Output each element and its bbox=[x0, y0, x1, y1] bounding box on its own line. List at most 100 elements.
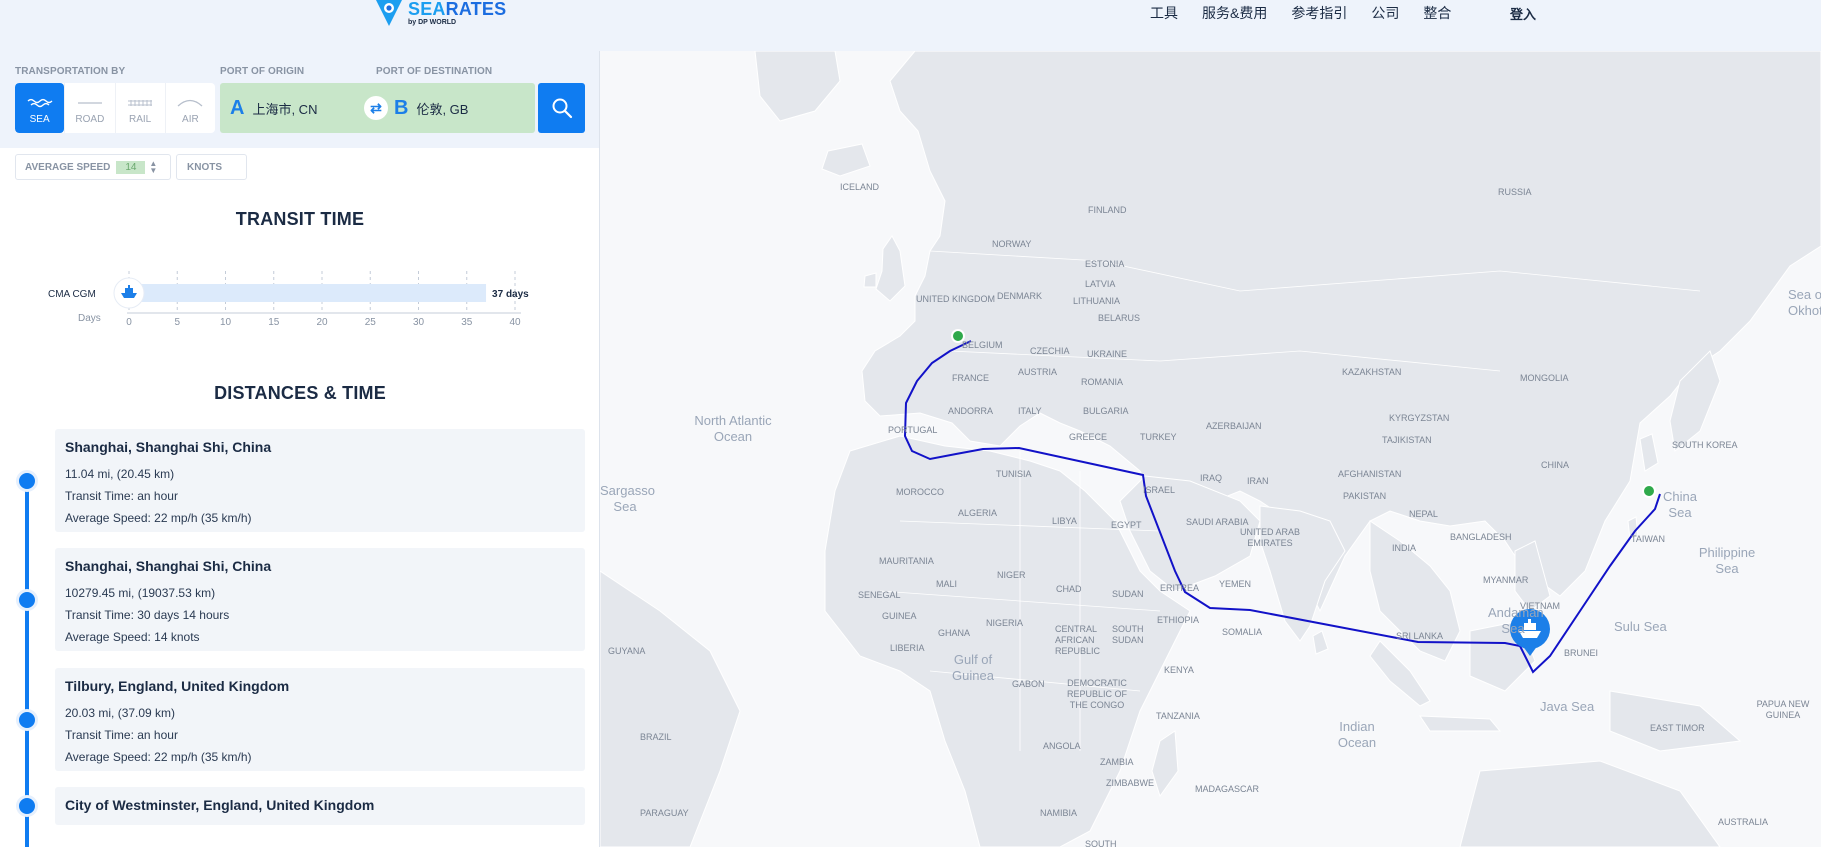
route-map[interactable]: ICELAND FINLAND RUSSIA NORWAY ESTONIA LA… bbox=[600, 51, 1821, 847]
origin-port-value: 上海市, CN bbox=[252, 101, 318, 117]
map-label: NAMIBIA bbox=[1040, 808, 1078, 818]
leg-transit-time: Transit Time: 30 days 14 hours bbox=[65, 608, 230, 622]
map-label: GUYANA bbox=[608, 646, 646, 656]
map-label: ALGERIA bbox=[958, 508, 998, 518]
transit-chart-svg: CMA CGM Days 37 days 0 5 10 15 20 25 30 35 40 bbox=[48, 271, 529, 328]
speed-unit-select[interactable]: KNOTS bbox=[176, 154, 247, 180]
map-label: TAJIKISTAN bbox=[1382, 435, 1432, 445]
nav-services[interactable]: 服务&费用 bbox=[1202, 3, 1267, 23]
map-label: ZAMBIA bbox=[1100, 757, 1134, 767]
logo-mark-icon bbox=[376, 0, 402, 26]
map-label: AUSTRALIA bbox=[1718, 817, 1769, 827]
leg-card: Tilbury, England, United Kingdom 20.03 m… bbox=[55, 668, 585, 771]
map-label: SOUTH bbox=[1085, 839, 1117, 847]
map-label: KYRGYZSTAN bbox=[1389, 413, 1450, 423]
map-label: GREECE bbox=[1069, 432, 1108, 442]
map-label: LIBYA bbox=[1052, 516, 1077, 526]
transit-tick-label: 15 bbox=[268, 317, 280, 328]
mode-air-label: AIR bbox=[182, 114, 199, 125]
mode-road-label: ROAD bbox=[75, 114, 105, 125]
map-label: IRAN bbox=[1247, 476, 1269, 486]
transit-tick-label: 10 bbox=[220, 317, 232, 328]
mode-road-button[interactable]: ROAD bbox=[64, 83, 114, 133]
leg-distance: 11.04 mi, (20.45 km) bbox=[65, 467, 175, 481]
nav-references[interactable]: 参考指引 bbox=[1291, 3, 1347, 23]
map-canvas bbox=[600, 51, 1821, 847]
map-label: RUSSIA bbox=[1498, 187, 1532, 197]
nav-tools[interactable]: 工具 bbox=[1150, 3, 1178, 23]
land-uk bbox=[875, 235, 906, 302]
ocean-label: Java Sea bbox=[1540, 699, 1595, 714]
logo-name-accent: SEA bbox=[408, 0, 446, 19]
leg-average-speed: Average Speed: 14 knots bbox=[65, 630, 200, 644]
land-australia bbox=[1459, 760, 1721, 847]
map-label: DENMARK bbox=[997, 291, 1043, 301]
mode-sea-button[interactable]: SEA bbox=[15, 83, 65, 133]
transit-tick-label: 40 bbox=[509, 317, 521, 328]
map-label: TURKEY bbox=[1140, 432, 1177, 442]
origin-marker-icon[interactable] bbox=[1642, 484, 1656, 498]
mode-air-button[interactable]: AIR bbox=[164, 83, 215, 133]
map-label: SOUTH KOREA bbox=[1672, 440, 1738, 450]
timeline-dot bbox=[16, 470, 38, 492]
transit-time-chart: CMA CGM Days 37 days 0 5 10 15 20 25 30 35 40 bbox=[40, 251, 540, 341]
search-icon bbox=[552, 98, 572, 119]
leg-title: Shanghai, Shanghai Shi, China bbox=[65, 558, 272, 574]
speed-stepper-icon[interactable]: ▲ ▼ bbox=[149, 160, 157, 175]
land-ireland bbox=[863, 272, 877, 288]
map-label: PARAGUAY bbox=[640, 808, 689, 818]
average-speed-control: AVERAGE SPEED 14 ▲ ▼ bbox=[15, 154, 171, 180]
logo-subtitle: by DP WORLD bbox=[408, 19, 457, 26]
map-label: SENEGAL bbox=[858, 590, 901, 600]
leg-average-speed: Average Speed: 22 mp/h (35 km/h) bbox=[65, 511, 252, 525]
map-label: EAST TIMOR bbox=[1650, 723, 1705, 733]
mode-rail-button[interactable]: RAIL bbox=[114, 83, 165, 133]
map-label: PAPUA NEW GUINEA bbox=[1756, 699, 1810, 720]
map-label: MYANMAR bbox=[1483, 575, 1529, 585]
swap-ports-icon[interactable]: ⇄ bbox=[364, 96, 388, 120]
ocean-label: Gulf of Guinea bbox=[952, 652, 994, 683]
land-madagascar bbox=[1151, 730, 1179, 798]
destination-label: PORT OF DESTINATION bbox=[376, 66, 493, 77]
map-label: SOUTH SUDAN bbox=[1112, 624, 1144, 645]
leg-title: City of Westminster, England, United Kin… bbox=[65, 797, 375, 813]
carrier-name: CMA CGM bbox=[48, 289, 96, 300]
timeline-dot bbox=[16, 709, 38, 731]
transport-mode-selector: SEA ROAD RAIL AIR bbox=[15, 83, 215, 133]
leg-average-speed: Average Speed: 22 mp/h (35 km/h) bbox=[65, 750, 252, 764]
map-label: ETHIOPIA bbox=[1157, 615, 1200, 625]
map-label: BELARUS bbox=[1098, 313, 1141, 323]
ocean-label: Philippine Sea bbox=[1698, 545, 1756, 576]
map-label: TAIWAN bbox=[1631, 534, 1665, 544]
map-label: BRUNEI bbox=[1564, 648, 1599, 658]
search-button[interactable] bbox=[538, 83, 585, 133]
ship-icon bbox=[113, 277, 145, 309]
leg-card: City of Westminster, England, United Kin… bbox=[55, 787, 585, 825]
transit-result: 37 days bbox=[492, 289, 529, 300]
nav-company[interactable]: 公司 bbox=[1371, 3, 1399, 23]
origin-port-field[interactable]: A 上海市, CN bbox=[230, 83, 317, 133]
distances-title: DISTANCES & TIME bbox=[214, 383, 386, 403]
destination-letter: B bbox=[394, 96, 409, 119]
destination-port-field[interactable]: B 伦敦, GB bbox=[394, 83, 468, 133]
searates-logo[interactable]: SEARATES by DP WORLD bbox=[374, 0, 506, 26]
land-greenland bbox=[754, 51, 841, 122]
map-label: ITALY bbox=[1018, 406, 1042, 416]
map-label: AZERBAIJAN bbox=[1206, 421, 1262, 431]
map-label: ISRAEL bbox=[1143, 485, 1176, 495]
main-nav: 工具 服务&费用 参考指引 公司 整合 bbox=[1150, 3, 1475, 23]
map-label: BULGARIA bbox=[1083, 406, 1129, 416]
logo-name-rest: RATES bbox=[445, 0, 507, 19]
average-speed-input[interactable]: 14 bbox=[116, 160, 146, 174]
leg-transit-time: Transit Time: an hour bbox=[65, 489, 178, 503]
ocean-label: Andaman Sea bbox=[1488, 605, 1544, 636]
transit-tick-label: 35 bbox=[461, 317, 473, 328]
nav-integration[interactable]: 整合 bbox=[1423, 3, 1451, 23]
transit-time-title: TRANSIT TIME bbox=[235, 209, 365, 229]
map-label: NORWAY bbox=[992, 239, 1032, 249]
map-label: PAKISTAN bbox=[1343, 491, 1387, 501]
login-link[interactable]: 登入 bbox=[1510, 4, 1536, 23]
map-label: AUSTRIA bbox=[1018, 367, 1058, 377]
ocean-label: Sea of Okhotsk bbox=[1788, 287, 1821, 318]
transport-label: TRANSPORTATION BY bbox=[15, 66, 126, 77]
